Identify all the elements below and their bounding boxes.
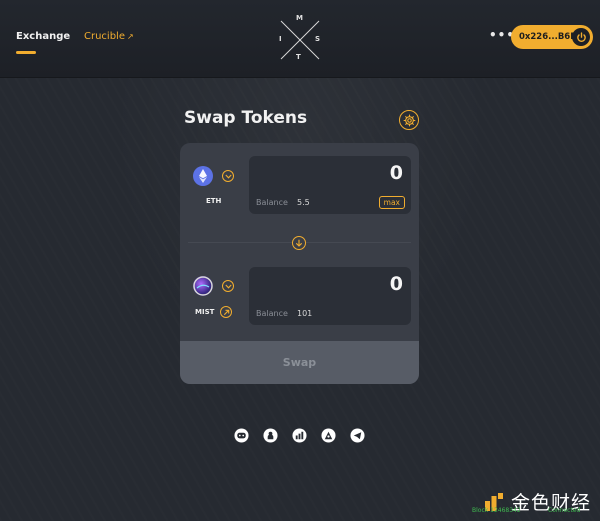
arrow-down-icon[interactable] [292,236,306,250]
social-links [233,427,365,443]
page-title: Swap Tokens [184,108,308,128]
telegram-icon[interactable] [349,427,365,443]
swap-button[interactable]: Swap [180,341,419,384]
nav-crucible-label: Crucible [84,31,125,42]
logo-letter-top: M [296,14,303,22]
to-token-symbol: MIST [195,308,215,316]
to-amount-box: Balance 101 [249,267,411,325]
from-token-symbol: ETH [206,197,222,205]
swap-card: ETH Balance 5.5 max MIST Balance 101 Swa… [180,143,419,384]
logo-letter-left: I [279,35,282,43]
to-balance-label: Balance [256,309,288,318]
mist-logo[interactable]: M I S T [276,14,324,64]
external-link-icon[interactable] [220,306,232,318]
nav-active-indicator [16,51,36,54]
gear-icon[interactable] [399,110,419,130]
connection-status: Connected [548,507,581,514]
to-balance-value: 101 [297,309,313,318]
from-balance-label: Balance [256,198,288,207]
max-button[interactable]: max [378,196,405,209]
rocket-icon[interactable] [320,427,336,443]
chart-icon[interactable] [291,427,307,443]
external-link-icon: ↗ [127,32,134,41]
logo-letter-bottom: T [296,53,301,61]
block-number: Block 12468342 [472,507,521,514]
logo-letter-right: S [315,35,321,43]
from-balance-value: 5.5 [297,198,310,207]
top-nav-bar: Exchange Crucible ↗ M I S T ••• 0x226...B… [0,0,600,78]
nav-crucible-link[interactable]: Crucible ↗ [84,31,134,42]
discord-icon[interactable] [233,427,249,443]
chevron-down-icon[interactable] [222,170,234,182]
nav-exchange-link[interactable]: Exchange [16,31,70,42]
eth-token-icon [193,166,213,186]
wallet-address: 0x226...B6E [519,32,577,42]
from-amount-box: Balance 5.5 max [249,156,411,214]
chevron-down-icon[interactable] [222,280,234,292]
to-amount-input[interactable] [263,273,403,295]
github-icon[interactable] [262,427,278,443]
mist-token-icon [193,276,213,296]
power-icon[interactable] [572,28,590,46]
wallet-button[interactable]: 0x226...B6E [511,25,593,49]
from-amount-input[interactable] [263,162,403,184]
